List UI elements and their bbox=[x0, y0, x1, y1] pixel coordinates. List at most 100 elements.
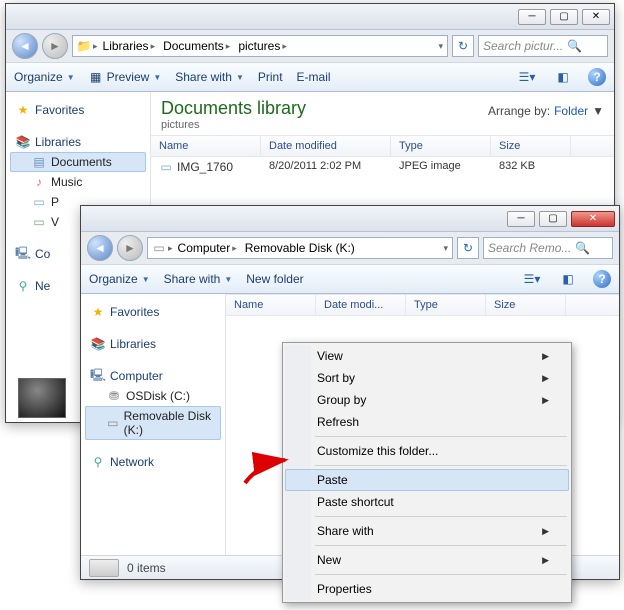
view-mode-button[interactable]: ☰▾ bbox=[521, 269, 543, 289]
drive-icon: ▭ bbox=[107, 416, 119, 430]
col-date[interactable]: Date modified bbox=[261, 136, 391, 156]
view-icon: ☰ bbox=[519, 70, 530, 84]
ctx-sortby[interactable]: Sort by▶ bbox=[285, 367, 569, 389]
breadcrumb[interactable]: Removable Disk (K:) bbox=[242, 241, 358, 255]
col-name[interactable]: Name bbox=[151, 136, 261, 156]
preview-button[interactable]: ▦Preview▼ bbox=[89, 70, 162, 84]
disk-icon: ⛃ bbox=[107, 389, 121, 403]
search-icon: 🔍 bbox=[567, 39, 582, 53]
refresh-icon: ↻ bbox=[463, 241, 473, 255]
arrow-left-icon: ◄ bbox=[94, 241, 106, 255]
chevron-right-icon: ▸ bbox=[282, 41, 287, 52]
col-date[interactable]: Date modi... bbox=[316, 295, 406, 315]
titlebar[interactable]: ─ ▢ ✕ bbox=[6, 4, 614, 30]
nav-network[interactable]: ⚲Network bbox=[85, 452, 221, 472]
col-type[interactable]: Type bbox=[391, 136, 491, 156]
maximize-button[interactable]: ▢ bbox=[550, 9, 578, 25]
close-button[interactable]: ✕ bbox=[571, 211, 615, 227]
breadcrumb[interactable]: Libraries▸ bbox=[100, 39, 159, 53]
maximize-button[interactable]: ▢ bbox=[539, 211, 567, 227]
chevron-down-icon: ▼ bbox=[142, 275, 150, 284]
nav-favorites[interactable]: ★Favorites bbox=[85, 302, 221, 322]
back-button[interactable]: ◄ bbox=[87, 235, 113, 261]
search-placeholder: Search Remo... bbox=[488, 241, 571, 255]
search-input[interactable]: Search Remo... 🔍 bbox=[483, 237, 613, 259]
chevron-down-icon[interactable]: ▾ bbox=[443, 243, 448, 254]
address-row: ◄ ► 📁 ▸ Libraries▸ Documents▸ pictures▸ … bbox=[6, 30, 614, 62]
nav-libraries[interactable]: 📚Libraries bbox=[10, 132, 146, 152]
chevron-down-icon[interactable]: ▾ bbox=[438, 41, 443, 52]
nav-removable[interactable]: ▭Removable Disk (K:) bbox=[85, 406, 221, 440]
ctx-sharewith[interactable]: Share with▶ bbox=[285, 520, 569, 542]
nav-favorites[interactable]: ★Favorites bbox=[10, 100, 146, 120]
share-button[interactable]: Share with▼ bbox=[175, 70, 244, 84]
nav-documents[interactable]: ▤Documents bbox=[10, 152, 146, 172]
library-subtitle: pictures bbox=[161, 119, 306, 131]
arrange-by[interactable]: Arrange by: Folder ▼ bbox=[488, 98, 604, 118]
chevron-down-icon: ▾ bbox=[529, 70, 535, 84]
ctx-paste[interactable]: Paste bbox=[285, 469, 569, 491]
network-icon: ⚲ bbox=[91, 455, 105, 469]
file-row[interactable]: ▭IMG_1760 8/20/2011 2:02 PM JPEG image 8… bbox=[151, 157, 614, 177]
help-button[interactable]: ? bbox=[588, 68, 606, 86]
preview-pane-button[interactable]: ◧ bbox=[552, 67, 574, 87]
libraries-icon: 📚 bbox=[16, 135, 30, 149]
separator bbox=[315, 545, 567, 546]
refresh-button[interactable]: ↻ bbox=[452, 35, 474, 57]
col-size[interactable]: Size bbox=[486, 295, 566, 315]
back-button[interactable]: ◄ bbox=[12, 33, 38, 59]
toolbar: Organize▼ Share with▼ New folder ☰▾ ◧ ? bbox=[81, 264, 619, 294]
forward-button[interactable]: ► bbox=[42, 33, 68, 59]
chevron-down-icon: ▾ bbox=[534, 272, 540, 286]
submenu-arrow-icon: ▶ bbox=[542, 395, 549, 406]
star-icon: ★ bbox=[16, 103, 30, 117]
chevron-down-icon: ▼ bbox=[153, 73, 161, 82]
help-icon: ? bbox=[598, 272, 605, 286]
minimize-button[interactable]: ─ bbox=[507, 211, 535, 227]
email-button[interactable]: E-mail bbox=[297, 70, 331, 84]
share-button[interactable]: Share with▼ bbox=[164, 272, 233, 286]
ctx-groupby[interactable]: Group by▶ bbox=[285, 389, 569, 411]
preview-pane-button[interactable]: ◧ bbox=[557, 269, 579, 289]
col-size[interactable]: Size bbox=[491, 136, 571, 156]
ctx-paste-shortcut[interactable]: Paste shortcut bbox=[285, 491, 569, 513]
computer-icon: 🖳 bbox=[91, 369, 105, 383]
column-headers[interactable]: Name Date modified Type Size bbox=[151, 135, 614, 157]
nav-osdisk[interactable]: ⛃OSDisk (C:) bbox=[85, 386, 221, 406]
separator bbox=[315, 465, 567, 466]
nav-computer[interactable]: 🖳Computer bbox=[85, 366, 221, 386]
breadcrumb[interactable]: pictures▸ bbox=[235, 39, 290, 53]
ctx-customize[interactable]: Customize this folder... bbox=[285, 440, 569, 462]
view-icon: ☰ bbox=[524, 272, 535, 286]
minimize-button[interactable]: ─ bbox=[518, 9, 546, 25]
new-folder-button[interactable]: New folder bbox=[246, 272, 303, 286]
ctx-refresh[interactable]: Refresh bbox=[285, 411, 569, 433]
close-button[interactable]: ✕ bbox=[582, 9, 610, 25]
refresh-button[interactable]: ↻ bbox=[457, 237, 479, 259]
organize-button[interactable]: Organize▼ bbox=[14, 70, 75, 84]
ctx-properties[interactable]: Properties bbox=[285, 578, 569, 600]
forward-button[interactable]: ► bbox=[117, 235, 143, 261]
chevron-down-icon: ▼ bbox=[67, 73, 75, 82]
view-mode-button[interactable]: ☰▾ bbox=[516, 67, 538, 87]
column-headers[interactable]: Name Date modi... Type Size bbox=[226, 294, 619, 316]
chevron-down-icon: ▼ bbox=[236, 73, 244, 82]
address-bar[interactable]: 📁 ▸ Libraries▸ Documents▸ pictures▸ ▾ bbox=[72, 35, 448, 57]
pictures-icon: ▭ bbox=[32, 195, 46, 209]
col-name[interactable]: Name bbox=[226, 295, 316, 315]
titlebar[interactable]: ─ ▢ ✕ bbox=[81, 206, 619, 232]
breadcrumb[interactable]: Computer▸ bbox=[175, 241, 240, 255]
ctx-view[interactable]: View▶ bbox=[285, 345, 569, 367]
address-bar[interactable]: ▭ ▸ Computer▸ Removable Disk (K:) ▾ bbox=[147, 237, 453, 259]
search-input[interactable]: Search pictur... 🔍 bbox=[478, 35, 608, 57]
thumbnail-preview bbox=[18, 378, 66, 418]
arrow-right-icon: ► bbox=[124, 241, 136, 255]
help-button[interactable]: ? bbox=[593, 270, 611, 288]
print-button[interactable]: Print bbox=[258, 70, 283, 84]
col-type[interactable]: Type bbox=[406, 295, 486, 315]
breadcrumb[interactable]: Documents▸ bbox=[160, 39, 233, 53]
nav-libraries[interactable]: 📚Libraries bbox=[85, 334, 221, 354]
nav-music[interactable]: ♪Music bbox=[10, 172, 146, 192]
ctx-new[interactable]: New▶ bbox=[285, 549, 569, 571]
organize-button[interactable]: Organize▼ bbox=[89, 272, 150, 286]
